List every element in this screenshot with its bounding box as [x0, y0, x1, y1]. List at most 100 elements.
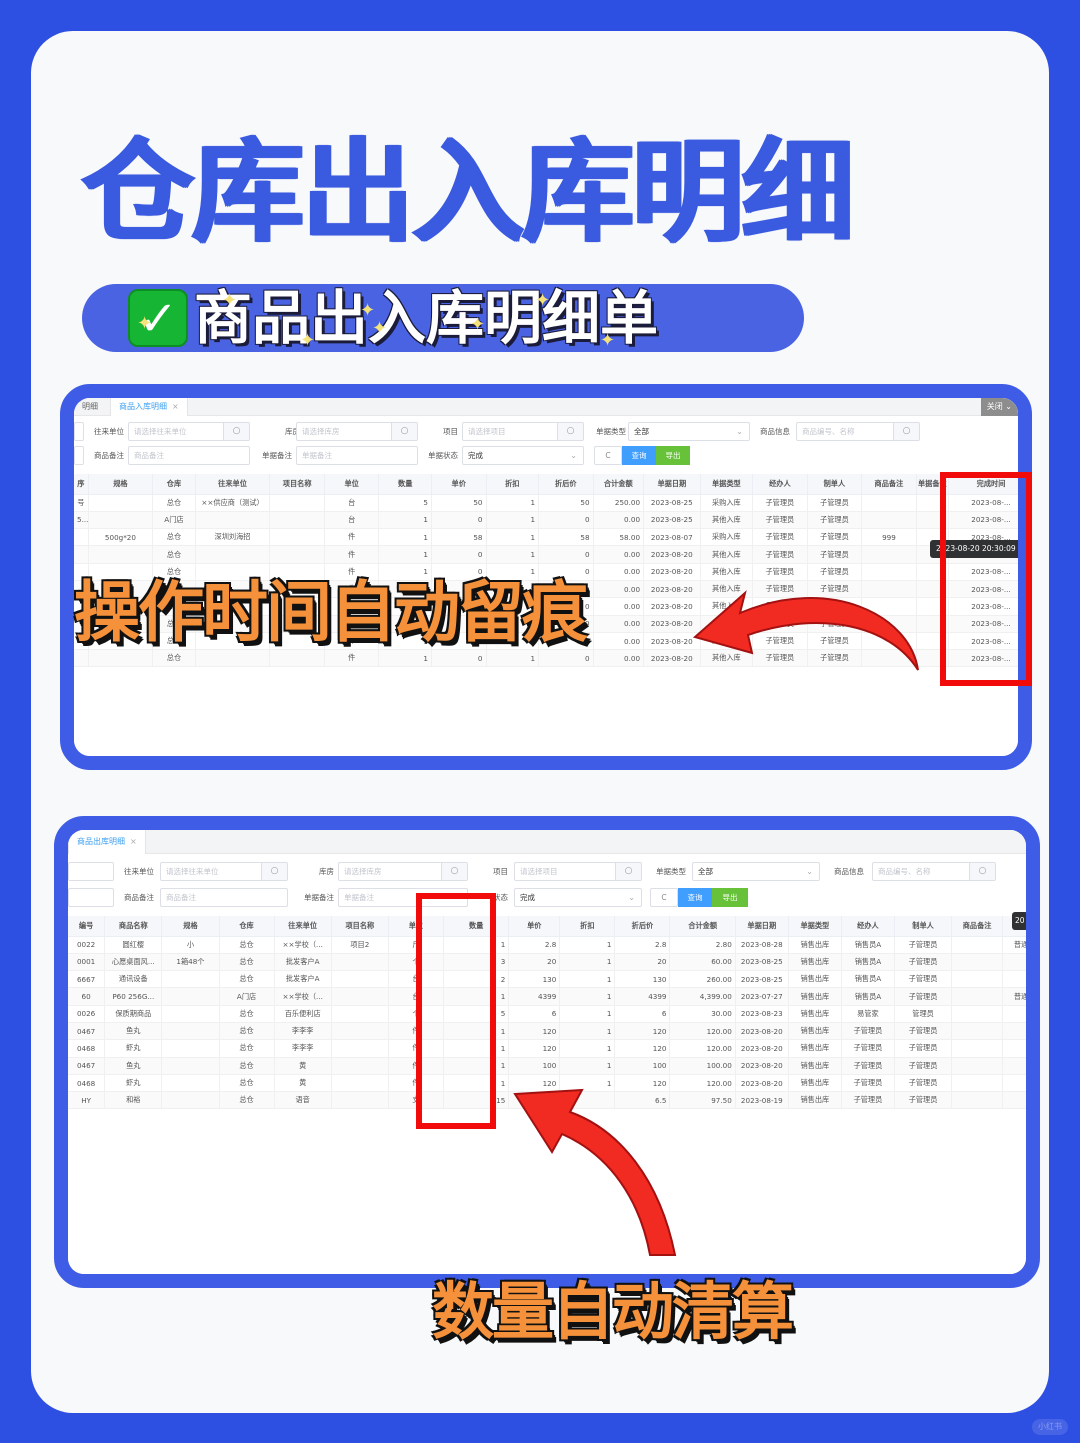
search-icon[interactable]: ○: [615, 863, 641, 880]
query-button[interactable]: 查询: [678, 888, 712, 907]
goods-note-input[interactable]: 商品备注: [128, 446, 250, 465]
doc-status-select[interactable]: 完成 ⌄: [462, 446, 584, 465]
table-row[interactable]: 0026 保质期商品 总仓 百乐便利店个 5 6 1 6 30.00 2023-08-23 销售出库…: [68, 1005, 1026, 1023]
export-button[interactable]: 导出: [656, 446, 690, 465]
table-row[interactable]: 0001 心愿桌面风... 1箱48个 总仓 批发客户A 个 3 20 1 20 60.00 2023…: [68, 953, 1026, 972]
project-input[interactable]: 请选择项目 ○: [462, 422, 584, 441]
tab-outbound-detail[interactable]: 商品出库明细 ×: [68, 830, 146, 854]
filter-row-1: 往来单位 请选择往来单位 ○ 库房 请选择库房 ○ 项目 请选择项目 ○ 单据类型 全…: [68, 862, 1026, 884]
column-header[interactable]: 规格: [161, 916, 220, 937]
column-header[interactable]: 商品备注: [861, 474, 917, 495]
search-icon[interactable]: ○: [893, 423, 919, 440]
column-header[interactable]: 规格: [88, 474, 154, 495]
goods-info-input[interactable]: 商品编号、名称 ○: [796, 422, 920, 441]
table-cell: 58: [431, 528, 487, 547]
table-cell: 1: [486, 511, 540, 530]
table-row[interactable]: 0468 虾丸 总仓 李李李件 1 120 1 120 120.00 2023-08-20 销售出库…: [68, 1039, 1026, 1058]
table-row[interactable]: 0467 鱼丸 总仓 李李李件 1 120 1 120 120.00 2023-08-20 销售出库…: [68, 1022, 1026, 1041]
column-header[interactable]: 折扣: [559, 916, 616, 937]
search-icon[interactable]: ○: [391, 423, 417, 440]
close-tab-icon[interactable]: ×: [130, 837, 137, 846]
column-header[interactable]: 折后价: [538, 474, 594, 495]
table-cell: [951, 1005, 1004, 1023]
table-cell: 120: [508, 1039, 561, 1058]
column-header[interactable]: 制单人: [894, 916, 953, 937]
search-icon[interactable]: ○: [261, 863, 287, 880]
table-row[interactable]: 总仓件10100.002023-08-20其他入库子管理员子管理员2023-08…: [74, 545, 1018, 564]
table-cell: 台: [324, 511, 380, 530]
column-header[interactable]: 经办人: [841, 916, 895, 937]
table-row[interactable]: 0022 圆红樱小总仓 ××学校（... 项目2 斤 1 2.8 1 2.8 2.80 2023-0…: [68, 936, 1026, 954]
table-row[interactable]: 6667 通讯设备 总仓 批发客户A 台 2 130 1 130 260.00 2023-08-25…: [68, 970, 1026, 989]
column-header[interactable]: 单据类型: [700, 474, 754, 495]
doc-type-label: 单据类型: [596, 427, 626, 436]
table-cell: 6667: [68, 970, 106, 989]
close-tab-icon[interactable]: ×: [172, 402, 179, 411]
column-header[interactable]: 单据日期: [643, 474, 701, 495]
doc-status-select[interactable]: 完成 ⌄: [514, 888, 642, 907]
column-header[interactable]: 项目名称: [269, 474, 325, 495]
table-row[interactable]: 500g*20 总仓 深圳刘海招件 1 58 1 58 58.00 2023-08-07 采购入库…: [74, 528, 1018, 547]
table-cell: 500g*20: [88, 528, 154, 547]
placeholder: 请选择项目: [520, 867, 558, 876]
search-icon[interactable]: ○: [441, 863, 467, 880]
column-header[interactable]: 单据日期: [735, 916, 789, 937]
partner-input[interactable]: 请选择往来单位 ○: [128, 422, 250, 441]
column-header[interactable]: 商品名称: [104, 916, 163, 937]
truncated-input[interactable]: [68, 888, 114, 907]
column-header[interactable]: 折扣: [486, 474, 540, 495]
column-header[interactable]: 往来单位: [274, 916, 332, 937]
warehouse-input[interactable]: 请选择库房 ○: [296, 422, 418, 441]
column-header[interactable]: 单据类型: [788, 916, 842, 937]
export-button[interactable]: 导出: [712, 888, 748, 907]
doc-type-select[interactable]: 全部 ⌄: [692, 862, 820, 881]
table-cell: [331, 1074, 389, 1093]
column-header[interactable]: 单价: [431, 474, 487, 495]
column-header[interactable]: 合计金额: [593, 474, 645, 495]
search-icon[interactable]: ○: [969, 863, 995, 880]
doc-type-select[interactable]: 全部 ⌄: [628, 422, 750, 441]
table-cell: [1002, 1057, 1026, 1075]
column-header[interactable]: 制单人: [807, 474, 863, 495]
column-header[interactable]: 仓库: [152, 474, 196, 495]
tab-inbound-detail[interactable]: 商品入库明细 ×: [110, 398, 188, 416]
table-cell: 小: [161, 936, 220, 954]
table-cell: 4399: [614, 987, 671, 1006]
column-header[interactable]: 项目名称: [331, 916, 389, 937]
refresh-button[interactable]: C: [650, 888, 678, 907]
close-all-dropdown[interactable]: 关闭 ⌄: [980, 398, 1018, 416]
table-cell: 2023-08-07: [643, 528, 701, 547]
refresh-button[interactable]: C: [594, 446, 622, 465]
truncated-input[interactable]: [74, 446, 84, 465]
column-header[interactable]: 商品备注: [951, 916, 1004, 937]
column-header[interactable]: 编号: [68, 916, 106, 937]
table-row[interactable]: 号总仓 ××供应商（测试）台 5 50 1 50 250.00 2023-08-25 采购入库子…: [74, 494, 1018, 512]
doc-status-label: 单据状态: [428, 451, 458, 460]
goods-info-input[interactable]: 商品编号、名称 ○: [872, 862, 996, 881]
truncated-input[interactable]: [68, 862, 114, 881]
column-header[interactable]: 序: [74, 474, 89, 495]
column-header[interactable]: 折后价: [614, 916, 671, 937]
doc-note-input[interactable]: 单据备注: [296, 446, 418, 465]
table-cell: 销售员A: [841, 953, 895, 972]
column-header[interactable]: 经办人: [752, 474, 808, 495]
search-icon[interactable]: ○: [223, 423, 249, 440]
column-header[interactable]: 数量: [378, 474, 432, 495]
search-icon[interactable]: ○: [557, 423, 583, 440]
warehouse-input[interactable]: 请选择库房 ○: [338, 862, 468, 881]
truncated-input[interactable]: [74, 422, 84, 441]
table-row[interactable]: 5... A门店台 1 0 1 0 0.00 2023-08-25 其他入库 子管理员 子管理员 20…: [74, 511, 1018, 530]
column-header[interactable]: 往来单位: [195, 474, 271, 495]
project-input[interactable]: 请选择项目 ○: [514, 862, 642, 881]
column-header[interactable]: 合计金额: [669, 916, 736, 937]
table-cell: 0467: [68, 1022, 106, 1041]
partner-input[interactable]: 请选择往来单位 ○: [160, 862, 288, 881]
table-row[interactable]: 60 P60 256G... A门店 ××学校（... 台 1 4399 1 4399 4,399…: [68, 987, 1026, 1006]
column-header[interactable]: 仓库: [219, 916, 275, 937]
column-header[interactable]: 单位: [324, 474, 380, 495]
table-cell: [161, 1091, 220, 1110]
goods-note-input[interactable]: 商品备注: [160, 888, 288, 907]
column-header[interactable]: 单价: [508, 916, 561, 937]
tab-detail[interactable]: 明细: [74, 398, 106, 416]
query-button[interactable]: 查询: [622, 446, 656, 465]
